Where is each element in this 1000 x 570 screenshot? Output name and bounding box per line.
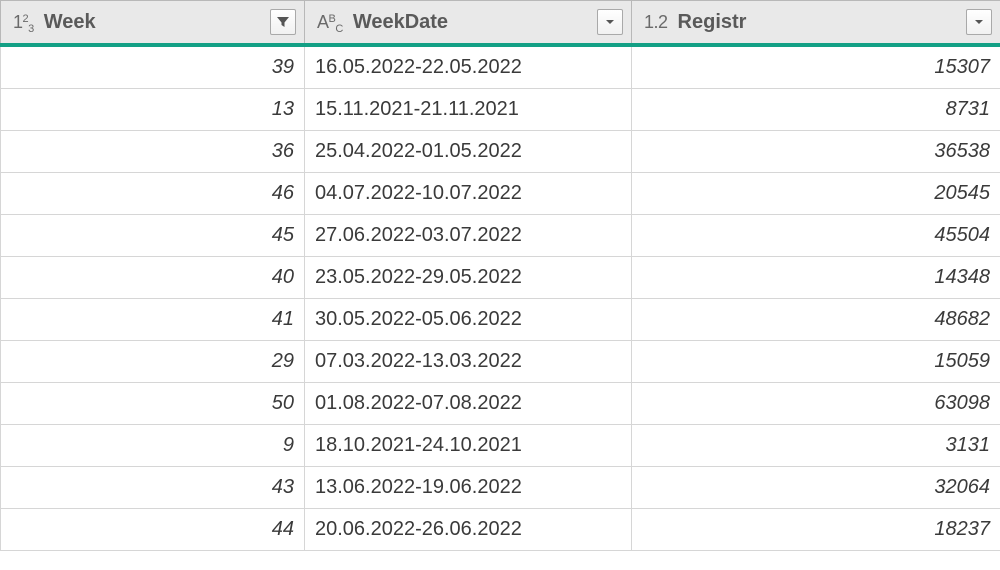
table-row[interactable]: 4313.06.2022-19.06.202232064 bbox=[0, 467, 1000, 509]
cell-registr[interactable]: 48682 bbox=[632, 299, 1000, 340]
cell-registr[interactable]: 63098 bbox=[632, 383, 1000, 424]
cell-weekdate[interactable]: 07.03.2022-13.03.2022 bbox=[305, 341, 632, 382]
cell-weekdate[interactable]: 04.07.2022-10.07.2022 bbox=[305, 173, 632, 214]
cell-registr[interactable]: 3131 bbox=[632, 425, 1000, 466]
table-row[interactable]: 3916.05.2022-22.05.202215307 bbox=[0, 47, 1000, 89]
table-row[interactable]: 1315.11.2021-21.11.20218731 bbox=[0, 89, 1000, 131]
cell-weekdate[interactable]: 16.05.2022-22.05.2022 bbox=[305, 47, 632, 88]
cell-weekdate[interactable]: 27.06.2022-03.07.2022 bbox=[305, 215, 632, 256]
table-row[interactable]: 4023.05.2022-29.05.202214348 bbox=[0, 257, 1000, 299]
table-row[interactable]: 4527.06.2022-03.07.202245504 bbox=[0, 215, 1000, 257]
cell-registr[interactable]: 18237 bbox=[632, 509, 1000, 550]
cell-week[interactable]: 50 bbox=[0, 383, 305, 424]
cell-weekdate[interactable]: 15.11.2021-21.11.2021 bbox=[305, 89, 632, 130]
cell-registr[interactable]: 32064 bbox=[632, 467, 1000, 508]
cell-weekdate[interactable]: 01.08.2022-07.08.2022 bbox=[305, 383, 632, 424]
cell-week[interactable]: 43 bbox=[0, 467, 305, 508]
cell-registr[interactable]: 45504 bbox=[632, 215, 1000, 256]
cell-week[interactable]: 40 bbox=[0, 257, 305, 298]
cell-weekdate[interactable]: 13.06.2022-19.06.2022 bbox=[305, 467, 632, 508]
cell-week[interactable]: 39 bbox=[0, 47, 305, 88]
column-header-label: WeekDate bbox=[353, 11, 591, 34]
column-header-row: 123 Week ABC WeekDate 1.2 Registr bbox=[0, 1, 1000, 47]
column-header-label: Registr bbox=[678, 11, 960, 34]
filter-applied-icon[interactable] bbox=[270, 9, 296, 35]
column-header-week[interactable]: 123 Week bbox=[0, 1, 305, 43]
cell-week[interactable]: 46 bbox=[0, 173, 305, 214]
cell-registr[interactable]: 14348 bbox=[632, 257, 1000, 298]
cell-registr[interactable]: 36538 bbox=[632, 131, 1000, 172]
cell-registr[interactable]: 8731 bbox=[632, 89, 1000, 130]
cell-week[interactable]: 44 bbox=[0, 509, 305, 550]
data-rows: 3916.05.2022-22.05.2022153071315.11.2021… bbox=[0, 47, 1000, 551]
int-icon: 123 bbox=[13, 12, 34, 33]
cell-weekdate[interactable]: 30.05.2022-05.06.2022 bbox=[305, 299, 632, 340]
decimal-icon: 1.2 bbox=[644, 12, 668, 33]
table-row[interactable]: 4604.07.2022-10.07.202220545 bbox=[0, 173, 1000, 215]
table-row[interactable]: 2907.03.2022-13.03.202215059 bbox=[0, 341, 1000, 383]
cell-week[interactable]: 13 bbox=[0, 89, 305, 130]
dropdown-icon[interactable] bbox=[966, 9, 992, 35]
cell-registr[interactable]: 20545 bbox=[632, 173, 1000, 214]
cell-week[interactable]: 9 bbox=[0, 425, 305, 466]
text-icon: ABC bbox=[317, 12, 343, 33]
cell-registr[interactable]: 15307 bbox=[632, 47, 1000, 88]
cell-weekdate[interactable]: 18.10.2021-24.10.2021 bbox=[305, 425, 632, 466]
table-row[interactable]: 4130.05.2022-05.06.202248682 bbox=[0, 299, 1000, 341]
cell-week[interactable]: 36 bbox=[0, 131, 305, 172]
cell-week[interactable]: 45 bbox=[0, 215, 305, 256]
cell-weekdate[interactable]: 20.06.2022-26.06.2022 bbox=[305, 509, 632, 550]
table-row[interactable]: 5001.08.2022-07.08.202263098 bbox=[0, 383, 1000, 425]
cell-weekdate[interactable]: 23.05.2022-29.05.2022 bbox=[305, 257, 632, 298]
table-row[interactable]: 3625.04.2022-01.05.202236538 bbox=[0, 131, 1000, 173]
cell-week[interactable]: 29 bbox=[0, 341, 305, 382]
cell-weekdate[interactable]: 25.04.2022-01.05.2022 bbox=[305, 131, 632, 172]
column-header-registr[interactable]: 1.2 Registr bbox=[632, 1, 1000, 43]
column-header-weekdate[interactable]: ABC WeekDate bbox=[305, 1, 632, 43]
column-header-label: Week bbox=[44, 11, 264, 34]
table-row[interactable]: 4420.06.2022-26.06.202218237 bbox=[0, 509, 1000, 551]
cell-week[interactable]: 41 bbox=[0, 299, 305, 340]
dropdown-icon[interactable] bbox=[597, 9, 623, 35]
data-grid: 123 Week ABC WeekDate 1.2 Registr bbox=[0, 0, 1000, 551]
cell-registr[interactable]: 15059 bbox=[632, 341, 1000, 382]
table-row[interactable]: 918.10.2021-24.10.20213131 bbox=[0, 425, 1000, 467]
